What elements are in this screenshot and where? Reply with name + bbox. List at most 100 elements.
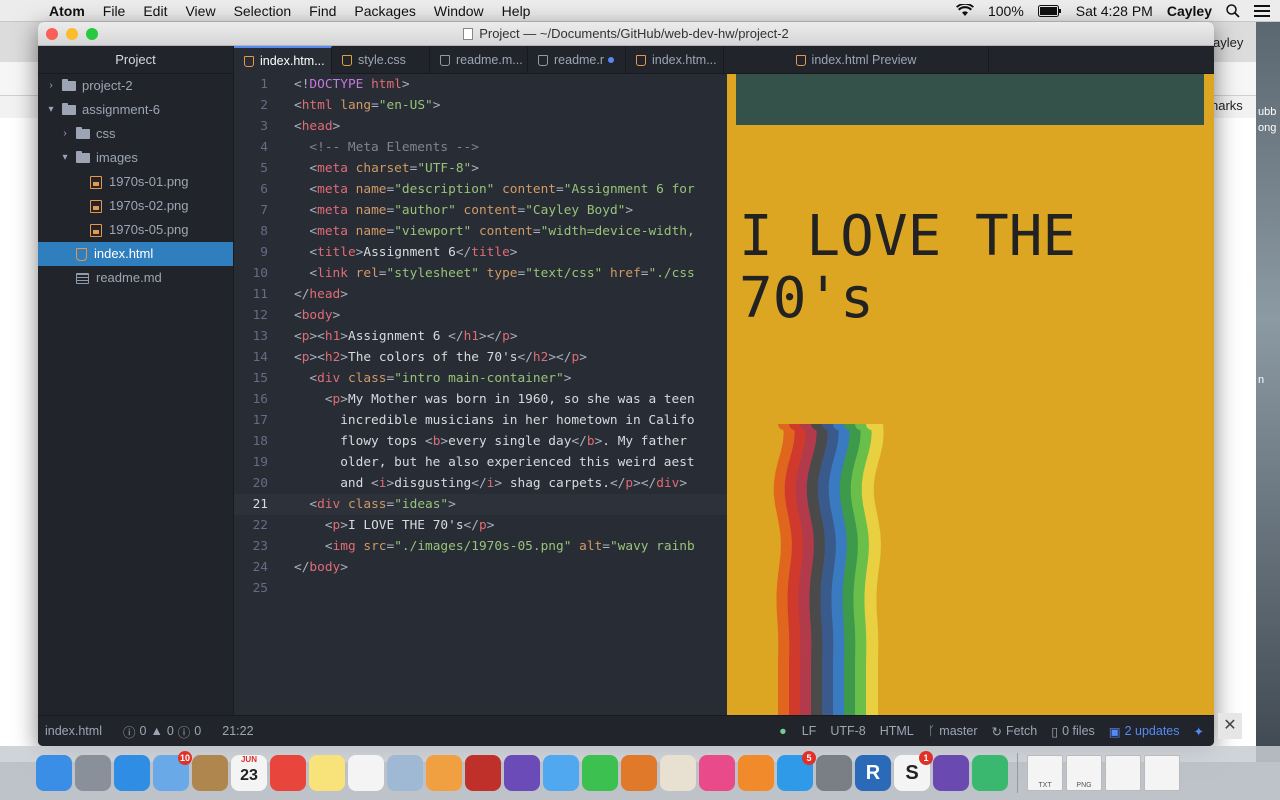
itunes-icon[interactable]: [699, 755, 735, 791]
chevron-right-icon[interactable]: ›: [44, 74, 58, 98]
clock[interactable]: Sat 4:28 PM: [1076, 3, 1153, 19]
trash-icon[interactable]: [1144, 755, 1180, 791]
txt-file-icon[interactable]: TXT: [1027, 755, 1063, 791]
ibooks-author-icon[interactable]: [660, 755, 696, 791]
tree-item-readme-md[interactable]: readme.md: [38, 266, 233, 290]
menu-edit[interactable]: Edit: [134, 3, 176, 19]
tree-item-1970s-05-png[interactable]: 1970s-05.png: [38, 218, 233, 242]
contacts-icon[interactable]: [192, 755, 228, 791]
notes-icon[interactable]: [309, 755, 345, 791]
safari-icon[interactable]: [114, 755, 150, 791]
code-line[interactable]: 16 <p>My Mother was born in 1960, so she…: [234, 389, 727, 410]
package-updates[interactable]: ▣ 2 updates: [1102, 724, 1187, 739]
code-editor[interactable]: 1 <!DOCTYPE html> 2 <html lang="en-US"> 3 <he…: [234, 74, 727, 715]
code-line[interactable]: 24 </body>: [234, 557, 727, 578]
close-icon[interactable]: ✕: [1218, 713, 1242, 739]
code-line[interactable]: 17 incredible musicians in her hometown …: [234, 410, 727, 431]
spotlight-search-icon[interactable]: [1226, 3, 1240, 18]
app-store-icon[interactable]: 5: [777, 751, 816, 791]
line-ending-selector[interactable]: LF: [795, 724, 824, 738]
tab-4[interactable]: index.htm...: [626, 46, 724, 74]
code-line[interactable]: 10 <link rel="stylesheet" type="text/css…: [234, 263, 727, 284]
menu-selection[interactable]: Selection: [225, 3, 301, 19]
downloads-icon[interactable]: [1105, 755, 1141, 791]
messages-icon[interactable]: [543, 755, 579, 791]
chevron-down-icon[interactable]: ▾: [58, 146, 72, 170]
ibooks-icon[interactable]: [738, 755, 774, 791]
tree-item-1970s-01-png[interactable]: 1970s-01.png: [38, 170, 233, 194]
preview-icon[interactable]: [387, 755, 423, 791]
tree-item-images[interactable]: ▾ images: [38, 146, 233, 170]
code-line[interactable]: 11 </head>: [234, 284, 727, 305]
menu-view[interactable]: View: [176, 3, 224, 19]
photo-booth-icon[interactable]: [465, 755, 501, 791]
code-line[interactable]: 23 <img src="./images/1970s-05.png" alt=…: [234, 536, 727, 557]
menu-atom[interactable]: Atom: [40, 3, 94, 19]
tree-item-1970s-02-png[interactable]: 1970s-02.png: [38, 194, 233, 218]
code-line[interactable]: 14 <p><h2>The colors of the 70's</h2></p>: [234, 347, 727, 368]
chevron-down-icon[interactable]: ▾: [44, 98, 58, 122]
reminders-icon[interactable]: [348, 755, 384, 791]
minimize-window-button[interactable]: [66, 28, 78, 40]
tab-preview[interactable]: index.html Preview: [724, 46, 989, 74]
r-icon[interactable]: R: [855, 755, 891, 791]
tab-3[interactable]: readme.r: [528, 46, 626, 74]
html-preview-pane[interactable]: I LOVE THE 70's: [727, 74, 1214, 715]
menu-help[interactable]: Help: [493, 3, 540, 19]
chrome-icon[interactable]: [270, 755, 306, 791]
code-line[interactable]: 18 flowy tops <b>every single day</b>. M…: [234, 431, 727, 452]
git-branch[interactable]: ᚴ master: [921, 724, 985, 738]
code-line[interactable]: 6 <meta name="description" content="Assi…: [234, 179, 727, 200]
png-file-icon[interactable]: PNG: [1066, 755, 1102, 791]
atom-icon[interactable]: [972, 755, 1008, 791]
tree-item-index-html[interactable]: index.html: [38, 242, 233, 266]
code-line[interactable]: 22 <p>I LOVE THE 70's</p>: [234, 515, 727, 536]
menu-file[interactable]: File: [94, 3, 135, 19]
code-line[interactable]: 4 <!-- Meta Elements -->: [234, 137, 727, 158]
code-line[interactable]: 15 <div class="intro main-container">: [234, 368, 727, 389]
code-line[interactable]: 13 <p><h1>Assignment 6 </h1></p>: [234, 326, 727, 347]
mail-icon[interactable]: 10: [153, 751, 192, 791]
document-proxy-icon[interactable]: [463, 27, 474, 40]
finder-icon[interactable]: [36, 755, 72, 791]
window-titlebar[interactable]: Project — ~/Documents/GitHub/web-dev-hw/…: [38, 22, 1214, 46]
code-line[interactable]: 21 <div class="ideas">: [234, 494, 727, 515]
status-file-name[interactable]: index.html: [38, 724, 109, 738]
code-line[interactable]: 9 <title>Assignment 6</title>: [234, 242, 727, 263]
tree-item-assignment-6[interactable]: ▾ assignment-6: [38, 98, 233, 122]
grammar-selector[interactable]: HTML: [873, 724, 921, 738]
photos-icon[interactable]: [426, 755, 462, 791]
close-window-button[interactable]: [46, 28, 58, 40]
fetch-button[interactable]: ↻ Fetch: [984, 724, 1044, 739]
code-line[interactable]: 8 <meta name="viewport" content="width=d…: [234, 221, 727, 242]
system-preferences-icon[interactable]: [816, 755, 852, 791]
user-name[interactable]: Cayley: [1167, 3, 1212, 19]
linter-summary[interactable]: ⓘ 0 ▲ 0 ⓘ 0: [109, 722, 208, 741]
code-line[interactable]: 20 and <i>disgusting</i> shag carpets.</…: [234, 473, 727, 494]
chevron-right-icon[interactable]: ›: [58, 122, 72, 146]
menu-find[interactable]: Find: [300, 3, 345, 19]
slack-icon[interactable]: S1: [894, 751, 933, 791]
code-line[interactable]: 3 <head>: [234, 116, 727, 137]
menu-packages[interactable]: Packages: [345, 3, 424, 19]
calendar-icon[interactable]: JUN 23: [231, 755, 267, 791]
cursor-position[interactable]: 21:22: [208, 724, 260, 738]
garageband-icon[interactable]: [621, 755, 657, 791]
battery-icon[interactable]: [1037, 4, 1062, 17]
code-line[interactable]: 1 <!DOCTYPE html>: [234, 74, 727, 95]
tree-item-css[interactable]: › css: [38, 122, 233, 146]
code-line[interactable]: 25: [234, 578, 727, 599]
squirrel-icon[interactable]: ✦: [1187, 724, 1214, 739]
code-line[interactable]: 5 <meta charset="UTF-8">: [234, 158, 727, 179]
code-line[interactable]: 2 <html lang="en-US">: [234, 95, 727, 116]
github-icon[interactable]: [933, 755, 969, 791]
tab-1[interactable]: style.css: [332, 46, 430, 74]
code-line[interactable]: 19 older, but he also experienced this w…: [234, 452, 727, 473]
modified-dot-icon[interactable]: [608, 57, 615, 63]
facetime-icon[interactable]: [582, 755, 618, 791]
zoom-window-button[interactable]: [86, 28, 98, 40]
code-line[interactable]: 12 <body>: [234, 305, 727, 326]
menu-window[interactable]: Window: [425, 3, 493, 19]
code-line[interactable]: 7 <meta name="author" content="Cayley Bo…: [234, 200, 727, 221]
imovie-icon[interactable]: [504, 755, 540, 791]
